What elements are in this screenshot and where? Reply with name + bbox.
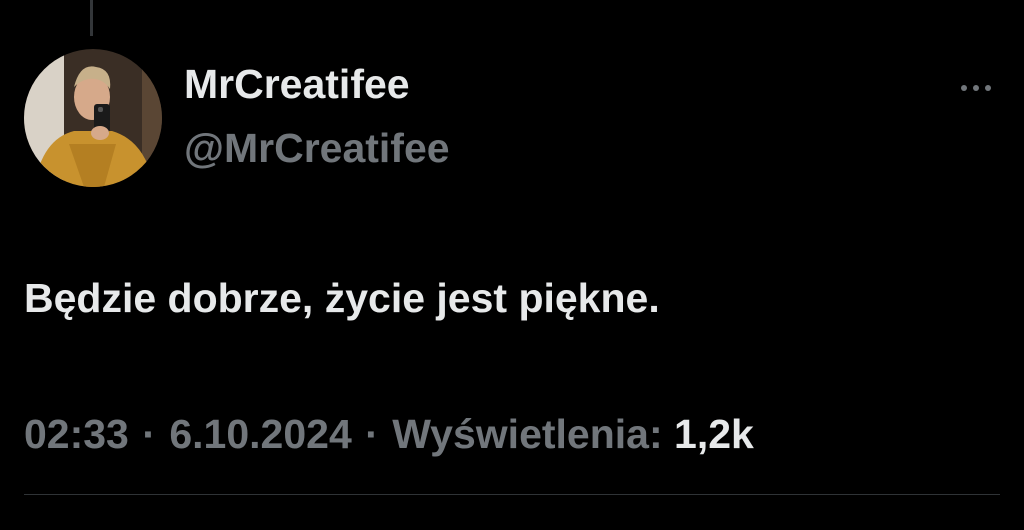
views-label: Wyświetlenia:	[392, 411, 663, 457]
tweet-date[interactable]: 6.10.2024	[169, 411, 351, 457]
profile-photo-icon	[24, 49, 162, 187]
thread-connector-line	[90, 0, 93, 36]
more-horizontal-icon-dot	[985, 85, 991, 91]
more-horizontal-icon	[961, 85, 967, 91]
separator-dot: ·	[142, 411, 156, 457]
tweet-metadata: 02:33 · 6.10.2024 · Wyświetlenia: 1,2k	[24, 411, 754, 457]
tweet-time[interactable]: 02:33	[24, 411, 129, 457]
display-name[interactable]: MrCreatifee	[184, 64, 410, 105]
more-horizontal-icon-dot	[973, 85, 979, 91]
divider	[24, 494, 1000, 495]
user-handle[interactable]: @MrCreatifee	[184, 128, 450, 169]
tweet-text: Będzie dobrze, życie jest piękne.	[24, 275, 660, 321]
separator-dot: ·	[365, 411, 379, 457]
views-count[interactable]: 1,2k	[674, 411, 754, 457]
avatar[interactable]	[24, 49, 162, 187]
more-options-button[interactable]	[950, 76, 1002, 100]
